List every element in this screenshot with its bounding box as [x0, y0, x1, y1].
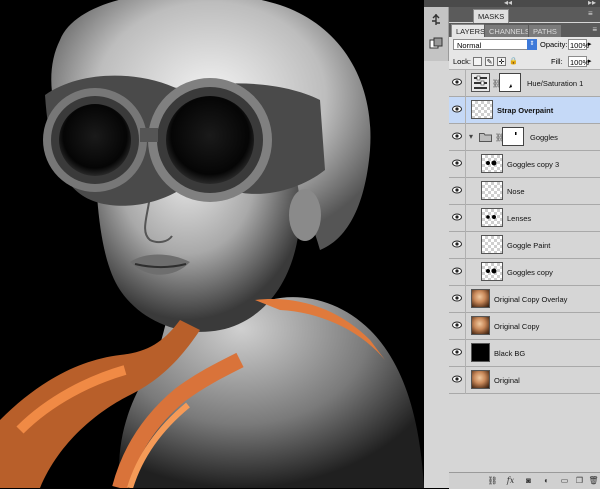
panel-dock: ◂◂ ▸▸ MASKS ≡ LAYERS CHANNELS PATHS ≡ No… — [424, 0, 600, 489]
eye-icon[interactable] — [452, 132, 462, 140]
disclosure-triangle-icon[interactable]: ▾ — [469, 132, 473, 141]
layer-row-strap-overpaint[interactable]: Strap Overpaint — [449, 97, 600, 124]
mask-icon[interactable]: ◙ — [523, 476, 534, 486]
layer-row-original[interactable]: Original — [449, 367, 600, 394]
layer-row-lenses[interactable]: Lenses — [449, 205, 600, 232]
layer-row-goggles-copy[interactable]: Goggles copy — [449, 259, 600, 286]
collapse-icon[interactable]: ◂◂ — [504, 0, 512, 7]
adjustment-layer-icon — [471, 73, 490, 92]
layer-row-goggles-copy-3[interactable]: Goggles copy 3 — [449, 151, 600, 178]
layer-thumbnail — [481, 262, 503, 281]
lock-label: Lock: — [453, 57, 471, 66]
eye-icon[interactable] — [452, 78, 462, 86]
layer-row-goggle-paint[interactable]: Goggle Paint — [449, 232, 600, 259]
blend-mode-value: Normal — [457, 41, 482, 50]
dock-titlebar[interactable]: ◂◂ ▸▸ — [424, 0, 600, 7]
blend-mode-select[interactable]: Normal ⇕ — [453, 39, 537, 50]
layer-name: Goggles copy — [507, 268, 553, 277]
layer-thumbnail — [471, 343, 490, 362]
usb-icon[interactable] — [429, 13, 443, 27]
clone-source-icon[interactable] — [429, 37, 443, 51]
layer-name: Original Copy Overlay — [494, 295, 568, 304]
panel-menu-icon[interactable]: ≡ — [592, 25, 597, 34]
expand-icon[interactable]: ▸▸ — [588, 0, 596, 7]
trash-icon[interactable]: 🗑 — [588, 476, 599, 486]
lock-position-icon[interactable]: ✛ — [497, 57, 506, 66]
new-layer-icon[interactable]: ❐ — [574, 476, 585, 486]
lock-image-icon[interactable]: ✎ — [485, 57, 494, 66]
chevron-right-icon[interactable]: ▸ — [588, 57, 592, 65]
layers-bottom-toolbar: ⛓ fx ◙ ◐ ▭ ❐ 🗑 — [449, 472, 600, 489]
panel-menu-icon[interactable]: ≡ — [588, 10, 597, 18]
eye-icon[interactable] — [452, 105, 462, 113]
layer-thumbnail — [481, 208, 503, 227]
lock-transparent-icon[interactable] — [473, 57, 482, 66]
blend-options-row: Normal ⇕ Opacity: 100% ▸ — [449, 37, 600, 53]
layer-mask-thumbnail[interactable] — [499, 73, 521, 92]
layer-row-original-copy-overlay[interactable]: Original Copy Overlay — [449, 286, 600, 313]
tab-paths[interactable]: PATHS — [528, 24, 562, 38]
layer-name: Goggles copy 3 — [507, 160, 560, 169]
portrait-photo — [0, 0, 424, 488]
layer-name: Goggle Paint — [507, 241, 551, 250]
document-canvas[interactable] — [0, 0, 424, 488]
lock-all-icon[interactable]: 🔒 — [509, 57, 518, 66]
lock-row: Lock: ✎ ✛ 🔒 Fill: 100% ▸ — [449, 53, 600, 70]
layer-name: Black BG — [494, 349, 526, 358]
eye-icon[interactable] — [452, 348, 462, 356]
eye-icon[interactable] — [452, 375, 462, 383]
folder-icon — [479, 133, 492, 142]
layer-name: Hue/Saturation 1 — [527, 79, 584, 88]
layer-name: Original Copy — [494, 322, 540, 331]
layer-row-goggles-group[interactable]: ▾ ⛓ Goggles — [449, 124, 600, 151]
layer-thumbnail — [481, 181, 503, 200]
opacity-input[interactable]: 100% — [568, 39, 589, 50]
layer-name: Lenses — [507, 214, 532, 223]
eye-icon[interactable] — [452, 213, 462, 221]
layers-tabbar: LAYERS CHANNELS PATHS ≡ — [449, 23, 600, 38]
eye-icon[interactable] — [452, 159, 462, 167]
eye-icon[interactable] — [452, 186, 462, 194]
layer-thumbnail — [481, 235, 503, 254]
layer-name: Strap Overpaint — [497, 106, 554, 115]
adjustment-icon[interactable]: ◐ — [541, 476, 552, 486]
opacity-label: Opacity: — [540, 40, 568, 49]
layer-thumbnail — [471, 289, 490, 308]
layer-thumbnail — [471, 316, 490, 335]
layer-list: ⛓ Hue/Saturation 1 Strap Overpaint ▾ ⛓ G… — [449, 70, 600, 394]
masks-tabbar: MASKS ≡ — [449, 7, 600, 23]
layer-thumbnail — [481, 154, 503, 173]
layer-name: Nose — [507, 187, 525, 196]
layer-thumbnail — [471, 370, 490, 389]
chevron-right-icon[interactable]: ▸ — [588, 40, 592, 48]
layer-name: Original — [494, 376, 520, 385]
eye-icon[interactable] — [452, 294, 462, 302]
eye-icon[interactable] — [452, 240, 462, 248]
layer-row-nose[interactable]: Nose — [449, 178, 600, 205]
eye-icon[interactable] — [452, 267, 462, 275]
folder-icon[interactable]: ▭ — [559, 476, 570, 486]
layer-mask-thumbnail[interactable] — [502, 127, 524, 146]
layer-name: Goggles — [530, 133, 558, 142]
eye-icon[interactable] — [452, 321, 462, 329]
link-icon[interactable]: ⛓ — [487, 476, 498, 486]
layer-row-original-copy[interactable]: Original Copy — [449, 313, 600, 340]
link-icon[interactable]: ⛓ — [495, 133, 505, 142]
fill-label: Fill: — [551, 57, 563, 66]
layer-row-black-bg[interactable]: Black BG — [449, 340, 600, 367]
layer-thumbnail — [471, 100, 493, 119]
layer-row-hue-saturation[interactable]: ⛓ Hue/Saturation 1 — [449, 70, 600, 97]
collapsed-panel-strip — [424, 7, 449, 61]
chevron-updown-icon: ⇕ — [527, 39, 537, 50]
tab-masks[interactable]: MASKS — [473, 9, 510, 23]
fx-icon[interactable]: fx — [505, 476, 516, 486]
fill-input[interactable]: 100% — [568, 56, 589, 67]
link-icon[interactable]: ⛓ — [492, 79, 502, 88]
